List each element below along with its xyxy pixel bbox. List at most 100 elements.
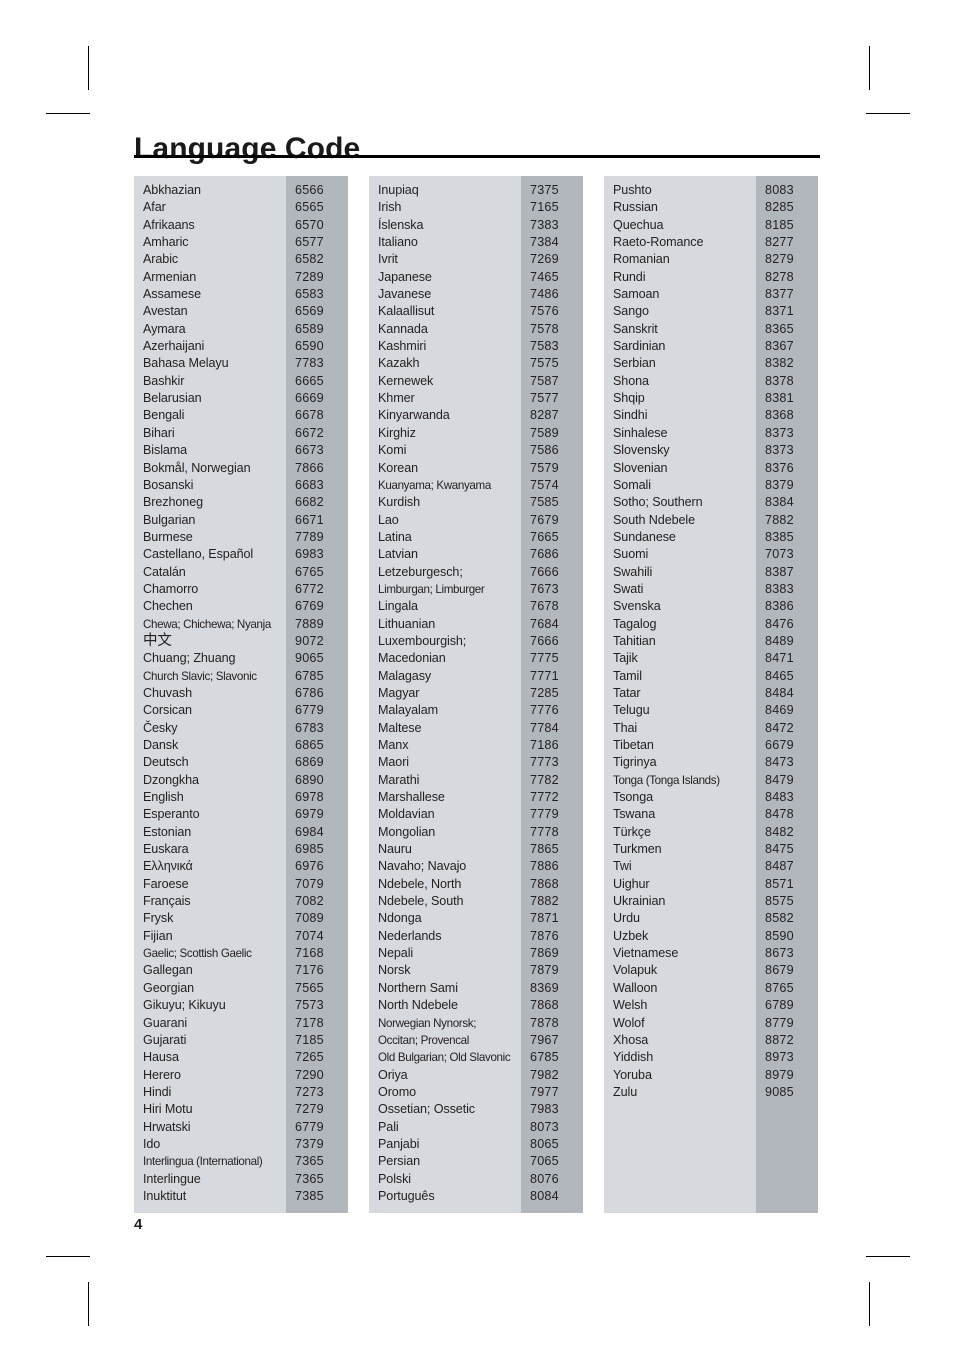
table-row: Sinhalese 8373 — [604, 425, 818, 442]
language-name: Zulu — [613, 1084, 638, 1099]
language-code: 6772 — [295, 581, 324, 596]
language-name: Sardinian — [613, 339, 666, 354]
language-code: 8373 — [765, 425, 794, 440]
language-code: 7279 — [295, 1102, 324, 1117]
language-name: Marshallese — [378, 790, 445, 805]
table-row: Ndonga 7871 — [369, 910, 583, 927]
table-row: Belarusian 6669 — [134, 390, 348, 407]
language-code: 8287 — [530, 408, 559, 423]
table-row: Tagalog 8476 — [604, 616, 818, 633]
table-row: Bashkir 6665 — [134, 373, 348, 390]
language-name: Welsh — [613, 998, 648, 1013]
language-code: 8779 — [765, 1015, 794, 1030]
table-row: Kirghiz 7589 — [369, 425, 583, 442]
crop-mark-top-left-horizontal — [46, 113, 90, 114]
table-row: Tonga (Tonga Islands) 8479 — [604, 772, 818, 789]
language-name: Bislama — [143, 443, 188, 458]
language-code: 8368 — [765, 408, 794, 423]
language-code: 7073 — [765, 547, 794, 562]
language-code: 6678 — [295, 408, 324, 423]
language-code: 8571 — [765, 876, 794, 891]
table-row: Yiddish 8973 — [604, 1049, 818, 1066]
language-name: Hrwatski — [143, 1119, 191, 1134]
table-row: Ndebele, North 7868 — [369, 876, 583, 893]
language-code: 8765 — [765, 980, 794, 995]
language-name: Guarani — [143, 1015, 188, 1030]
language-name: Armenian — [143, 269, 197, 284]
language-name: Slovenian — [613, 460, 668, 475]
language-code: 7869 — [530, 946, 559, 961]
table-row: Sundanese 8385 — [604, 529, 818, 546]
language-code: 7983 — [530, 1102, 559, 1117]
language-code: 7866 — [295, 460, 324, 475]
language-name: Interlingua (International) — [143, 1155, 263, 1169]
language-name: Bengali — [143, 408, 185, 423]
language-rows: Pushto 8083 Russian 8285 Quechua 8185 Raeto-Ro… — [604, 176, 818, 1213]
table-row: Ndebele, South 7882 — [369, 893, 583, 910]
table-row: Esperanto 6979 — [134, 806, 348, 823]
language-name: Sinhalese — [613, 425, 668, 440]
language-code: 8084 — [530, 1188, 559, 1203]
language-code: 8279 — [765, 252, 794, 267]
table-row: Ido 7379 — [134, 1136, 348, 1153]
language-code: 7776 — [530, 703, 559, 718]
language-column: Abkhazian 6566 Afar 6565 Afrikaans 6570 Amhari… — [134, 176, 348, 1214]
table-row: Ossetian; Ossetic 7983 — [369, 1101, 583, 1118]
language-code: 8387 — [765, 564, 794, 579]
language-code: 8478 — [765, 807, 794, 822]
language-name: Tigrinya — [613, 755, 657, 770]
language-code: 7089 — [295, 911, 324, 926]
language-code: 8073 — [530, 1119, 559, 1134]
language-name: Avestan — [143, 304, 188, 319]
language-name: Sindhi — [613, 408, 648, 423]
language-name: Magyar — [378, 685, 420, 700]
language-code: 7575 — [530, 356, 559, 371]
language-name: Nauru — [378, 842, 412, 857]
table-row: Sindhi 8368 — [604, 407, 818, 424]
crop-mark-bottom-left-vertical — [88, 1282, 89, 1326]
language-name: Samoan — [613, 287, 660, 302]
language-code: 8487 — [765, 859, 794, 874]
language-rows: Abkhazian 6566 Afar 6565 Afrikaans 6570 Amhari… — [134, 176, 348, 1213]
table-row: Persian 7065 — [369, 1153, 583, 1170]
table-row: Česky 6783 — [134, 720, 348, 737]
language-name: Hausa — [143, 1050, 179, 1065]
language-code: 7684 — [530, 616, 559, 631]
language-code: 6785 — [295, 668, 324, 683]
table-row: Kurdish 7585 — [369, 494, 583, 511]
table-row: Fijian 7074 — [134, 928, 348, 945]
language-name: Gujarati — [143, 1032, 187, 1047]
language-code: 7273 — [295, 1084, 324, 1099]
language-name: Shona — [613, 373, 649, 388]
language-name: Slovensky — [613, 443, 670, 458]
table-row: Azerhaijani 6590 — [134, 338, 348, 355]
table-row: Kuanyama; Kwanyama 7574 — [369, 477, 583, 494]
table-row: Sotho; Southern 8384 — [604, 494, 818, 511]
table-row: Georgian 7565 — [134, 980, 348, 997]
language-name: Tatar — [613, 685, 641, 700]
language-name: Kazakh — [378, 356, 420, 371]
table-row: Maltese 7784 — [369, 720, 583, 737]
language-code: 8065 — [530, 1136, 559, 1151]
language-name: Navaho; Navajo — [378, 859, 467, 874]
table-row: Komi 7586 — [369, 442, 583, 459]
table-row: Sango 8371 — [604, 303, 818, 320]
table-row: Xhosa 8872 — [604, 1032, 818, 1049]
language-column: Pushto 8083 Russian 8285 Quechua 8185 Raeto-Ro… — [604, 176, 818, 1214]
crop-mark-top-right-vertical — [869, 46, 870, 90]
language-code: 8076 — [530, 1171, 559, 1186]
language-code: 7871 — [530, 911, 559, 926]
language-code: 8673 — [765, 946, 794, 961]
language-name: Ndebele, North — [378, 876, 462, 891]
language-code: 8371 — [765, 304, 794, 319]
language-code: 6569 — [295, 304, 324, 319]
language-code: 7967 — [530, 1032, 559, 1047]
language-name: Khmer — [378, 391, 415, 406]
language-code: 7868 — [530, 876, 559, 891]
language-code: 7666 — [530, 633, 559, 648]
table-row: Latina 7665 — [369, 529, 583, 546]
language-name: Manx — [378, 738, 409, 752]
language-name: Kannada — [378, 321, 428, 336]
language-name: Tamil — [613, 668, 642, 683]
language-name: Kernewek — [378, 373, 434, 388]
